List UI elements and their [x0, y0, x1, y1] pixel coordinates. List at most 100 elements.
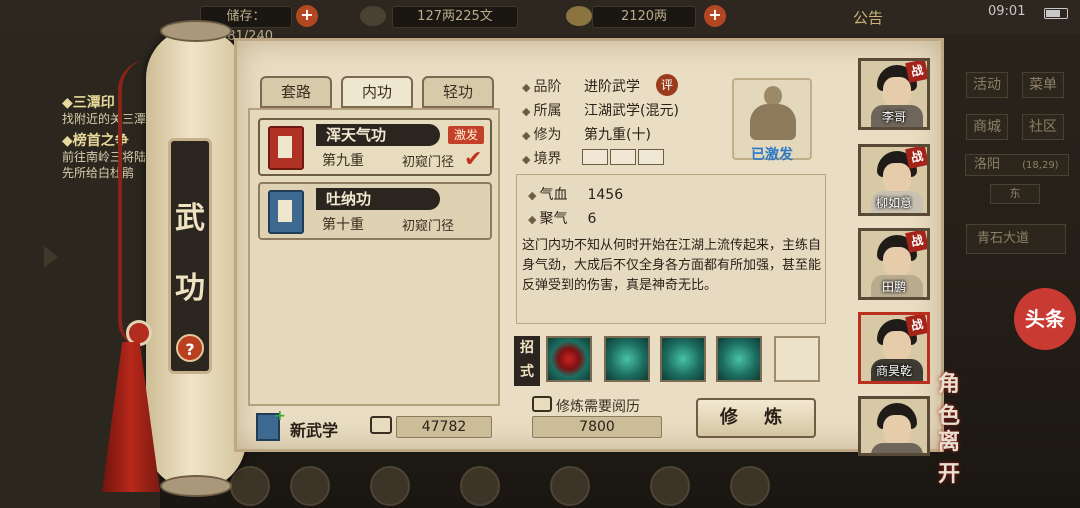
realm-label: ◆ 境界 — [522, 151, 562, 167]
toutiao-button[interactable]: 头条 — [1014, 288, 1076, 350]
skill-portrait: 已激发 — [732, 78, 812, 163]
palm-move-icon[interactable] — [716, 336, 762, 382]
qi-stat: ◆ 聚气 6 — [528, 211, 597, 227]
add-storage-button[interactable]: + — [296, 5, 318, 27]
grade-value: 进阶武学 — [584, 79, 640, 95]
gold-counter: 2120两 — [592, 6, 696, 28]
nav-button[interactable] — [550, 466, 590, 506]
activated-badge: 激发 — [448, 126, 484, 144]
empty-move-slot[interactable] — [774, 336, 820, 382]
blue-book-icon — [268, 190, 304, 234]
experience-book-icon — [370, 416, 392, 434]
menu-shop[interactable]: 商城 — [966, 114, 1008, 140]
realm-slot — [638, 149, 664, 165]
tab-lightness-skills[interactable]: 轻功 — [422, 76, 494, 108]
character-name: 柳如意 — [875, 196, 912, 210]
tab-routines[interactable]: 套路 — [260, 76, 332, 108]
realm-slot — [582, 149, 608, 165]
aura-move-icon[interactable] — [660, 336, 706, 382]
grade-label: ◆ 品阶 — [522, 79, 562, 95]
battle-badge: 战 — [905, 231, 927, 253]
face-icon — [883, 77, 911, 107]
battery-icon — [1044, 8, 1068, 19]
face-icon — [883, 331, 911, 361]
face-icon — [883, 163, 911, 193]
meditate-move-icon[interactable] — [604, 336, 650, 382]
evaluate-button[interactable]: 评 — [656, 74, 678, 96]
skill-rank: 初窥门径 — [402, 219, 455, 234]
blood-move-icon[interactable] — [546, 336, 592, 382]
nav-button[interactable] — [230, 466, 270, 506]
tab-inner-skills[interactable]: 内功 — [341, 76, 413, 108]
skill-name: 浑天气功 — [316, 124, 440, 146]
road-name: 青石大道 — [966, 224, 1066, 254]
nav-button[interactable] — [290, 466, 330, 506]
money-counter: 127两225文 — [392, 6, 518, 28]
location-coords: (18,29) — [1022, 160, 1059, 171]
role-button[interactable]: 角色 — [938, 366, 960, 430]
belong-label: ◆ 所属 — [522, 103, 562, 119]
qi-label: 聚气 — [539, 211, 568, 227]
character-slot-5[interactable] — [858, 396, 930, 456]
character-name: 田鹏 — [881, 280, 906, 294]
nav-button[interactable] — [460, 466, 500, 506]
menu-community[interactable]: 社区 — [1022, 114, 1064, 140]
new-skill-button[interactable]: 新武学 — [290, 417, 338, 441]
scroll-cap-bottom — [160, 475, 232, 497]
qi-value: 6 — [587, 211, 597, 227]
skill-description: 这门内功不知从何时开始在江湖上流传起来，主练自身气劲，大成后不仅全身各方面都有所… — [522, 238, 822, 293]
page-title-char: 武 — [175, 201, 205, 236]
nav-button[interactable] — [650, 466, 690, 506]
cultivation-value: 第九重(十) — [584, 127, 651, 143]
nav-button[interactable] — [370, 466, 410, 506]
skill-rank: 初窥门径 — [402, 155, 455, 170]
skill-card-huntian[interactable]: 浑天气功 第九重 初窥门径 激发 ✔ — [258, 118, 492, 176]
character-tian-peng[interactable]: 战 田鹏 — [858, 228, 930, 300]
character-name: 商昊乾 — [875, 364, 912, 378]
skill-level: 第九重 — [322, 153, 364, 169]
train-button[interactable]: 修 炼 — [696, 398, 816, 438]
battle-badge: 战 — [905, 315, 927, 337]
experience-value: 47782 — [396, 416, 492, 438]
checkmark-icon: ✔ — [464, 147, 483, 172]
bottom-nav — [210, 466, 970, 508]
skill-card-tuna[interactable]: 吐纳功 第十重 初窥门径 — [258, 182, 492, 240]
character-name: 李哥 — [881, 110, 906, 124]
monk-body-icon — [750, 104, 796, 140]
status-clock: 09:01 — [988, 4, 1026, 19]
moves-label: 招式 — [514, 336, 540, 386]
hp-label: 气血 — [539, 187, 568, 203]
requirement-book-icon — [532, 396, 552, 412]
character-li-ge[interactable]: 战 李哥 — [858, 58, 930, 130]
announcement-button[interactable]: 公告 — [853, 7, 883, 28]
scroll-cap-top — [160, 20, 232, 42]
face-icon — [883, 247, 911, 277]
plus-icon: + — [274, 408, 286, 424]
body-icon — [871, 443, 923, 453]
gold-ingot-icon — [566, 6, 592, 26]
hp-stat: ◆ 气血 1456 — [528, 187, 624, 203]
realm-slot — [610, 149, 636, 165]
nav-button[interactable] — [730, 466, 770, 506]
train-requirement-label: 修炼需要阅历 — [556, 399, 640, 415]
location-display: 洛阳 (18,29) — [965, 154, 1069, 176]
red-book-icon — [268, 126, 304, 170]
battle-badge: 战 — [905, 147, 927, 169]
location-name: 洛阳 — [974, 157, 1001, 172]
character-shang-haoqian[interactable]: 战 商昊乾 — [858, 312, 930, 384]
monk-head-icon — [764, 86, 782, 106]
help-button[interactable]: ? — [176, 334, 204, 362]
leave-button[interactable]: 离开 — [938, 424, 960, 488]
belong-value: 江湖武学(混元) — [584, 103, 679, 119]
cultivation-label: ◆ 修为 — [522, 127, 562, 143]
character-liu-ruyi[interactable]: 战 柳如意 — [858, 144, 930, 216]
add-gold-button[interactable]: + — [704, 5, 726, 27]
train-requirement-value: 7800 — [532, 416, 662, 438]
face-icon — [883, 415, 911, 445]
menu-activity[interactable]: 活动 — [966, 72, 1008, 98]
tassel-cord — [118, 60, 148, 350]
menu-main[interactable]: 菜单 — [1022, 72, 1064, 98]
portrait-status: 已激发 — [751, 147, 793, 163]
page-title-char: 功 — [175, 271, 205, 306]
battle-badge: 战 — [905, 61, 927, 83]
